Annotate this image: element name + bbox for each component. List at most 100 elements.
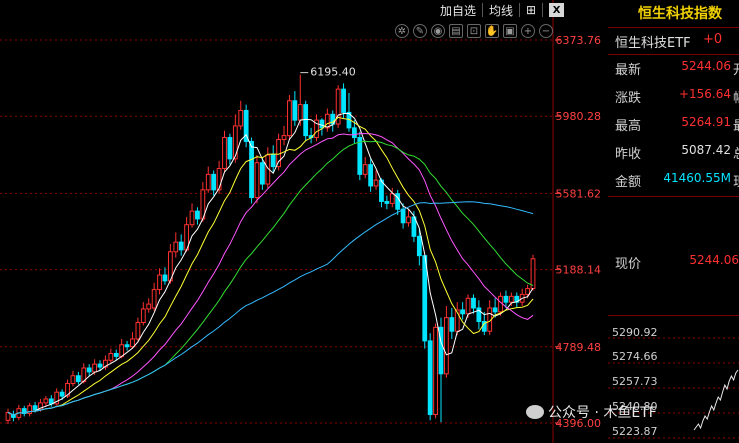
- candle-up: [43, 398, 49, 404]
- grid-icon[interactable]: ⊞: [526, 3, 536, 17]
- toolbar-divider: [482, 3, 484, 17]
- change-label: 涨跌: [615, 91, 642, 106]
- candle-up: [389, 193, 395, 204]
- candle-up: [70, 375, 76, 384]
- candle-down: [319, 119, 325, 129]
- candle-down: [384, 200, 390, 204]
- candle-up: [465, 297, 471, 315]
- high-label: 最高: [615, 119, 642, 134]
- candle-up: [157, 274, 162, 291]
- watermark-text: 公众号 · 木鱼ETF: [548, 405, 657, 421]
- change-row: 涨跌 +156.64 幅: [615, 87, 739, 106]
- print-icon[interactable]: ▤: [449, 24, 463, 38]
- candle-down: [211, 173, 217, 191]
- mini-price-label: 5257.73: [612, 375, 658, 388]
- candle-down: [427, 340, 433, 415]
- candle-up: [433, 326, 438, 415]
- candle-down: [422, 255, 428, 342]
- pct-label: 幅: [733, 87, 739, 106]
- intraday-mini-chart[interactable]: 5290.92 5274.66 5257.73 5240.80 5223.87: [608, 320, 739, 443]
- y-tick-label: 4789.48: [556, 341, 602, 354]
- prev-close-row: 昨收 5087.42 总: [615, 143, 739, 162]
- hand-icon[interactable]: ✋: [485, 24, 499, 38]
- candle-up: [216, 168, 222, 191]
- kline-chart[interactable]: 6195.40: [0, 0, 555, 443]
- name-suffix: +0: [703, 32, 723, 47]
- candle-down: [97, 363, 103, 368]
- now-row: 现价 5244.06: [615, 253, 739, 272]
- y-tick-label: 5980.28: [556, 110, 602, 123]
- ma30-line: [7, 140, 534, 416]
- candle-up: [362, 164, 368, 175]
- candle-up: [281, 135, 287, 140]
- candle-down: [227, 137, 233, 160]
- change-value: +156.64: [678, 87, 731, 101]
- candle-down: [416, 235, 422, 257]
- candle-up: [92, 363, 97, 373]
- total-label: 总: [733, 143, 739, 162]
- candle-down: [449, 317, 455, 332]
- y-tick-label: 6373.76: [556, 34, 602, 47]
- watermark: 公众号 · 木鱼ETF: [526, 402, 657, 422]
- chart-toolbar: 加自选 均线 ⊞ X: [440, 0, 565, 20]
- candle-down: [162, 274, 168, 282]
- divider: [608, 54, 739, 55]
- candle-up: [135, 321, 141, 340]
- candle-down: [32, 405, 38, 411]
- toolbar-divider: [519, 3, 521, 17]
- y-tick-label: 5581.62: [556, 187, 602, 200]
- candle-up: [324, 113, 330, 129]
- low-label: 最: [733, 115, 739, 134]
- chart-canvas[interactable]: 6195.40: [0, 0, 555, 443]
- candle-down: [341, 88, 346, 113]
- name-row[interactable]: 恒生科技ETF +0: [615, 32, 739, 51]
- candle-down: [503, 295, 509, 303]
- candle-up: [254, 162, 260, 199]
- candle-down: [86, 367, 92, 373]
- draw-icon[interactable]: ✎: [413, 24, 427, 38]
- divider: [608, 315, 739, 316]
- eye-icon[interactable]: ◉: [431, 24, 445, 38]
- candle-up: [140, 308, 146, 323]
- candle-down: [195, 210, 200, 220]
- ma-lines-button[interactable]: 均线: [489, 2, 513, 19]
- candle-down: [471, 297, 476, 309]
- peak-label: 6195.40: [310, 66, 356, 79]
- candle-up: [119, 344, 125, 357]
- candle-up: [444, 317, 449, 375]
- window-icon[interactable]: ▣: [503, 24, 517, 38]
- candle-up: [287, 100, 292, 137]
- candle-up: [5, 412, 11, 421]
- prev-close-value: 5087.42: [681, 143, 731, 157]
- index-title: 恒生科技指数: [638, 6, 722, 22]
- zoom-in-icon[interactable]: +: [521, 24, 535, 38]
- candle-down: [400, 208, 406, 224]
- price-axis: 6373.76 5980.28 5581.62 5188.14 4789.48 4396.…: [555, 0, 605, 443]
- zoom-out-icon[interactable]: −: [539, 24, 553, 38]
- wechat-icon: [526, 405, 544, 419]
- candle-down: [460, 309, 466, 315]
- candle-up: [373, 179, 379, 187]
- candle-up: [205, 173, 211, 191]
- current-label: 现: [733, 171, 739, 190]
- now-label: 现价: [615, 257, 642, 272]
- toolbar-divider: [542, 3, 544, 17]
- close-icon[interactable]: X: [549, 3, 565, 17]
- divider: [608, 27, 739, 28]
- latest-label: 最新: [615, 63, 642, 78]
- settings-icon[interactable]: ✲: [395, 24, 409, 38]
- open-label: 开: [733, 59, 739, 78]
- amount-value: 41460.55M: [663, 171, 731, 185]
- candle-down: [492, 307, 498, 313]
- candle-down: [178, 241, 184, 251]
- candle-up: [232, 125, 238, 160]
- ma10-line: [7, 116, 534, 416]
- candle-up: [530, 258, 536, 290]
- add-watchlist-button[interactable]: 加自选: [440, 2, 476, 19]
- etf-name: 恒生科技ETF: [615, 36, 691, 51]
- candle-up: [146, 303, 152, 310]
- candle-down: [368, 164, 374, 187]
- cart-icon[interactable]: ⊡: [467, 24, 481, 38]
- amount-row: 金额 41460.55M 现: [615, 171, 739, 190]
- candle-up: [406, 216, 411, 224]
